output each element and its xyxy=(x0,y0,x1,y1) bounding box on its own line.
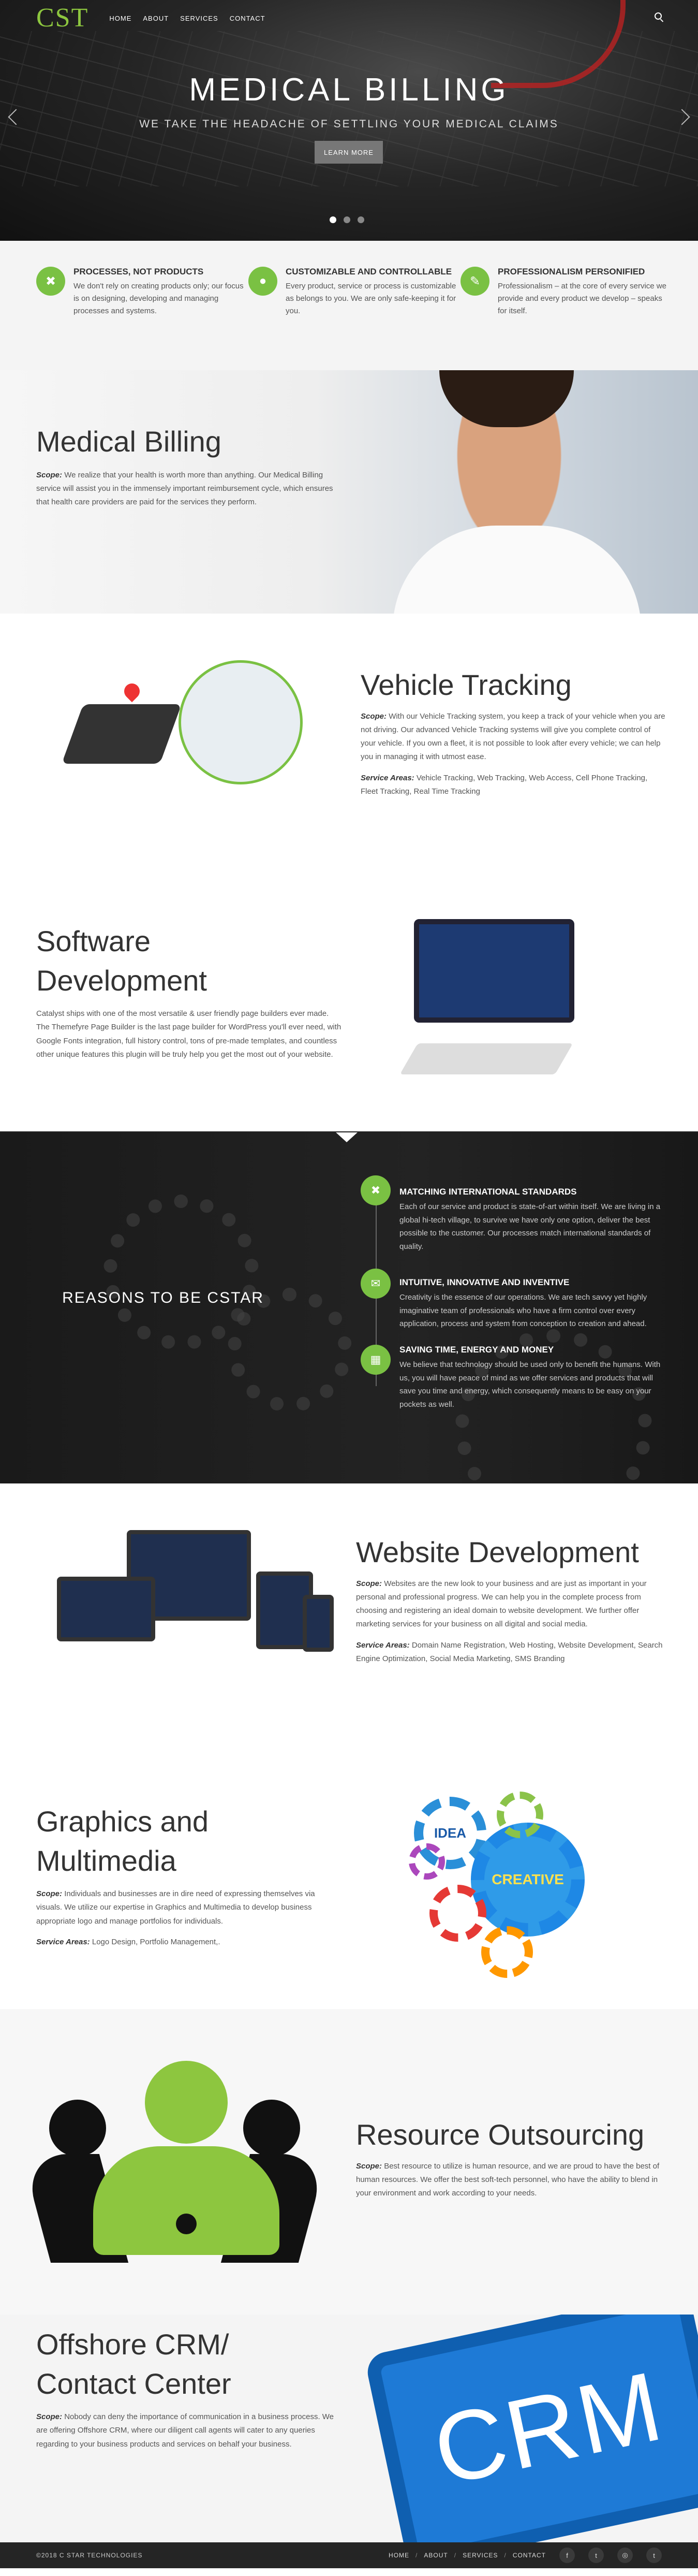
section-text: Scope: Websites are the new look to your… xyxy=(356,1579,647,1629)
phone-map-image xyxy=(62,704,182,764)
website-development-section: Website Development Scope: Websites are … xyxy=(0,1483,698,1750)
software-development-section: Software Development Catalyst ships with … xyxy=(0,867,698,1131)
feature-processes: ✖ PROCESSES, NOT PRODUCTS We don't rely o… xyxy=(36,267,248,370)
section-text: Scope: Nobody can deny the importance of… xyxy=(36,2412,334,2449)
service-areas: Service Areas: Logo Design, Portfolio Ma… xyxy=(36,1937,220,1946)
section-title: Resource Outsourcing xyxy=(356,2118,645,2151)
vehicle-tracking-section: Vehicle Tracking Scope: With our Vehicle… xyxy=(0,614,698,867)
learn-more-button[interactable]: LEARN MORE xyxy=(315,141,383,164)
crm-key-image: CRM xyxy=(364,2315,698,2568)
main-menu: HOME ABOUT SERVICES CONTACT xyxy=(109,14,265,22)
tools-icon: ✖ xyxy=(361,1175,391,1205)
offshore-crm-section: CRM Offshore CRM/Contact Center Scope: N… xyxy=(0,2315,698,2568)
phone-image xyxy=(303,1595,334,1652)
slider-dot[interactable] xyxy=(330,216,336,223)
feature-title: PROCESSES, NOT PRODUCTS xyxy=(73,267,204,276)
section-text: Scope: With our Vehicle Tracking system,… xyxy=(361,711,665,762)
service-areas: Service Areas: Vehicle Tracking, Web Tra… xyxy=(361,773,648,796)
pencil-icon: ✎ xyxy=(461,267,489,296)
section-text: Scope: We realize that your health is wo… xyxy=(36,470,333,507)
resource-outsourcing-section: Resource Outsourcing Scope: Best resourc… xyxy=(0,2009,698,2315)
logo[interactable]: CST xyxy=(36,5,88,32)
divider: / xyxy=(415,2552,418,2559)
feature-text: We don't rely on creating products only;… xyxy=(73,282,244,315)
gear-image xyxy=(409,1843,445,1880)
section-text: Scope: Best resource to utilize is human… xyxy=(356,2161,660,2198)
graphics-multimedia-section: Graphics and Multimedia Scope: Individual… xyxy=(0,1750,698,2009)
creative-gear: CREATIVE xyxy=(471,1823,585,1937)
truck-image xyxy=(179,660,303,784)
footer-nav-about[interactable]: ABOUT xyxy=(424,2552,448,2559)
copyright: ©2018 C STAR TECHNOLOGIES xyxy=(36,2552,143,2559)
person-icon xyxy=(49,2100,106,2157)
divider: / xyxy=(504,2552,507,2559)
footer-nav-contact[interactable]: CONTACT xyxy=(513,2552,546,2559)
calendar-icon: ▦ xyxy=(361,1345,391,1375)
laptop-image xyxy=(57,1577,155,1641)
section-text: Scope: Individuals and businesses are in… xyxy=(36,1889,315,1926)
reason-item: INTUITIVE, INNOVATIVE AND INVENTIVE Creat… xyxy=(399,1277,647,1328)
medical-billing-section: Medical Billing Scope: We realize that y… xyxy=(0,370,698,614)
nav-contact[interactable]: CONTACT xyxy=(230,14,265,22)
top-navigation: CST HOME ABOUT SERVICES CONTACT xyxy=(0,0,698,36)
nav-services[interactable]: SERVICES xyxy=(180,14,218,22)
features-row: ✖ PROCESSES, NOT PRODUCTS We don't rely o… xyxy=(0,241,698,370)
tumblr-icon[interactable]: t xyxy=(646,2548,662,2563)
feature-title: PROFESSIONALISM PERSONIFIED xyxy=(498,267,645,276)
map-pin-icon xyxy=(121,680,143,703)
reasons-title: REASONS TO BE CSTAR xyxy=(62,1289,264,1306)
reason-item: MATCHING INTERNATIONAL STANDARDS Each of … xyxy=(399,1187,661,1251)
feature-text: Every product, service or process is cus… xyxy=(286,282,456,315)
gear-image xyxy=(497,1792,543,1838)
section-pointer xyxy=(335,1132,358,1142)
section-text: Catalyst ships with one of the most vers… xyxy=(36,1009,341,1059)
feature-professionalism: ✎ PROFESSIONALISM PERSONIFIED Professiona… xyxy=(461,267,673,370)
facebook-icon[interactable]: f xyxy=(559,2548,575,2563)
laptop-logo-icon xyxy=(176,2214,197,2234)
computer-monitor-image xyxy=(414,919,574,1023)
users-icon: ● xyxy=(248,267,277,296)
section-title: Software Development xyxy=(36,925,207,997)
footer-nav-services[interactable]: SERVICES xyxy=(463,2552,498,2559)
tools-icon: ✖ xyxy=(36,267,65,296)
service-areas: Service Areas: Domain Name Registration,… xyxy=(356,1640,663,1663)
reason-item: SAVING TIME, ENERGY AND MONEY We believe … xyxy=(399,1345,661,1409)
laptop-person-image xyxy=(93,2146,279,2255)
keyboard-image xyxy=(399,1043,573,1074)
nav-about[interactable]: ABOUT xyxy=(143,14,169,22)
chat-icon: ✉ xyxy=(361,1269,391,1299)
slider-dot[interactable] xyxy=(344,216,350,223)
section-title: Offshore CRM/Contact Center xyxy=(36,2328,231,2400)
feature-title: CUSTOMIZABLE AND CONTROLLABLE xyxy=(286,267,452,276)
instagram-icon[interactable]: ◎ xyxy=(617,2548,633,2563)
gear-image xyxy=(481,1926,533,1978)
search-icon[interactable] xyxy=(655,12,662,20)
footer-nav-home[interactable]: HOME xyxy=(389,2552,409,2559)
hero-slider: CST HOME ABOUT SERVICES CONTACT MEDICAL … xyxy=(0,0,698,241)
section-title: Website Development xyxy=(356,1536,639,1568)
slider-dot[interactable] xyxy=(358,216,364,223)
section-title: Graphics and Multimedia xyxy=(36,1805,209,1877)
footer: ©2018 C STAR TECHNOLOGIES HOME / ABOUT / S… xyxy=(0,2542,698,2568)
feature-text: Professionalism – at the core of every s… xyxy=(498,282,666,315)
section-title: Medical Billing xyxy=(36,425,221,458)
divider: / xyxy=(454,2552,457,2559)
section-title: Vehicle Tracking xyxy=(361,668,572,701)
twitter-icon[interactable]: t xyxy=(588,2548,604,2563)
reasons-section: REASONS TO BE CSTAR ✖ MATCHING INTERNATI… xyxy=(0,1131,698,1483)
footer-menu: HOME / ABOUT / SERVICES / CONTACT f t ◎ t xyxy=(389,2548,662,2563)
gear-image xyxy=(429,1885,486,1942)
person-icon xyxy=(145,2061,228,2144)
person-icon xyxy=(243,2100,300,2157)
feature-customizable: ● CUSTOMIZABLE AND CONTROLLABLE Every pro… xyxy=(248,267,461,370)
hero-title: MEDICAL BILLING xyxy=(189,72,509,108)
slider-dots xyxy=(330,216,364,223)
nav-home[interactable]: HOME xyxy=(109,14,131,22)
hero-subtitle: WE TAKE THE HEADACHE OF SETTLING YOUR ME… xyxy=(139,118,559,130)
